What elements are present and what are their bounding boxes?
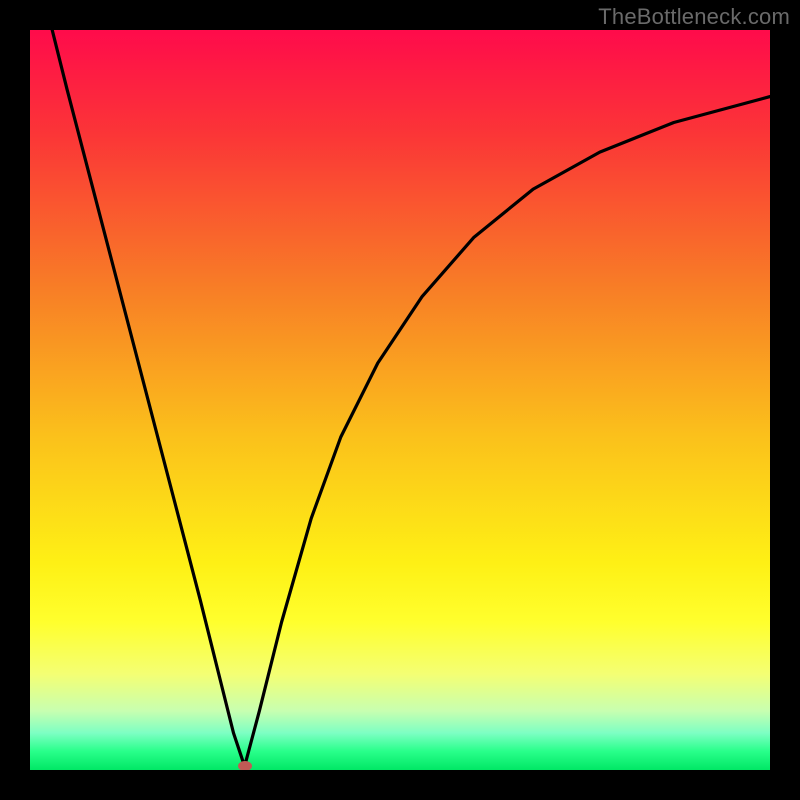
chart-frame: TheBottleneck.com [0,0,800,800]
watermark-text: TheBottleneck.com [598,4,790,30]
optimal-point-marker [238,761,252,770]
plot-area [30,30,770,770]
bottleneck-curve [52,30,770,766]
curve-layer [30,30,770,770]
